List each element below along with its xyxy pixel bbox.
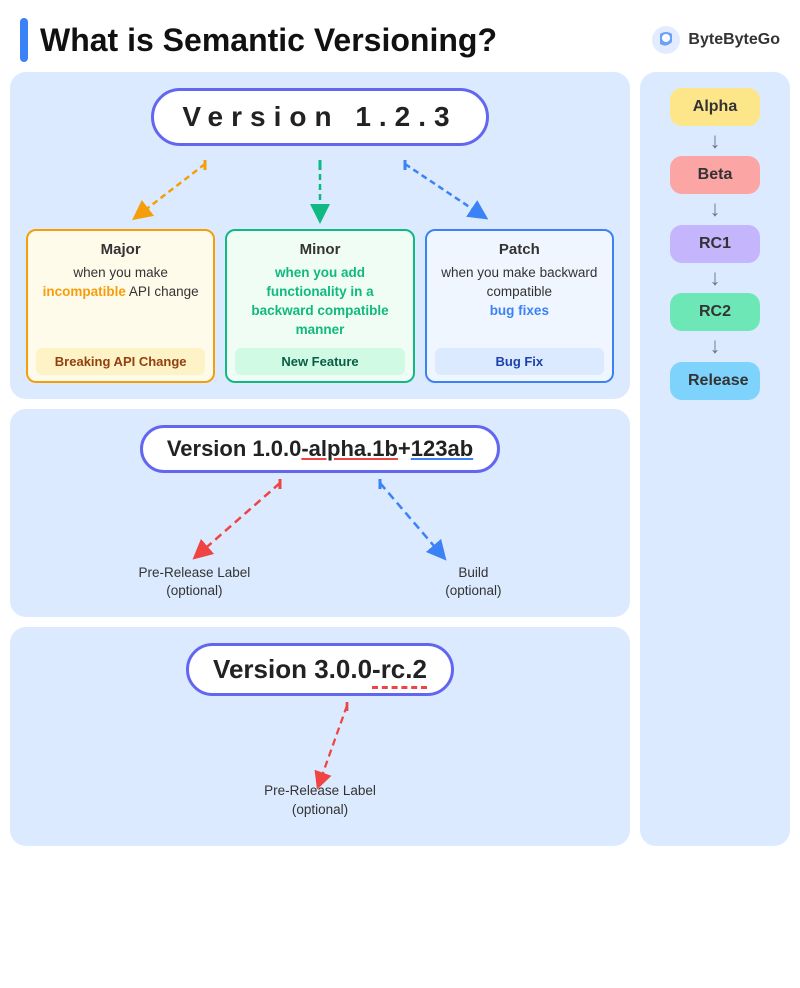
- main-content: Version 1.2.3: [0, 72, 800, 856]
- pre-release-underline: -alpha.1b: [301, 436, 398, 461]
- arrows-svg-2: [26, 479, 614, 559]
- arrows-svg-3: [120, 702, 520, 792]
- minor-body: when you add functionality in a backward…: [235, 264, 404, 340]
- version-badge-2: Version 1.0.0-alpha.1b+123ab: [140, 425, 500, 473]
- patch-body: when you make backward compatible bug fi…: [435, 264, 604, 340]
- version-badge-1: Version 1.2.3: [151, 88, 488, 146]
- section3-pre-release-label: Pre-Release Label(optional): [264, 782, 376, 830]
- patch-label: Patch: [435, 241, 604, 258]
- minor-footer: New Feature: [235, 348, 404, 375]
- minor-highlight: when you add functionality in a backward…: [251, 265, 388, 337]
- build-label: Build(optional): [445, 564, 501, 602]
- major-footer: Breaking API Change: [36, 348, 205, 375]
- major-column: Major when you make incompatible API cha…: [26, 229, 215, 383]
- logo: ByteByteGo: [650, 24, 780, 56]
- right-panel: Alpha ↓ Beta ↓ RC1 ↓ RC2 ↓ Release: [640, 72, 790, 846]
- major-body-text1: when you make: [73, 265, 168, 280]
- stage-release: Release: [670, 362, 760, 400]
- arrow-4: ↓: [710, 333, 721, 359]
- major-highlight: incompatible: [43, 284, 126, 299]
- build-underline: 123ab: [411, 436, 473, 461]
- stage-rc2: RC2: [670, 293, 760, 331]
- version-badge-wrapper-2: Version 1.0.0-alpha.1b+123ab: [26, 425, 614, 473]
- accent-bar: [20, 18, 28, 62]
- pre-release-label: Pre-Release Label(optional): [138, 564, 250, 602]
- version-badge-wrapper: Version 1.2.3: [26, 88, 614, 154]
- page-title: What is Semantic Versioning?: [20, 18, 497, 62]
- stage-alpha: Alpha: [670, 88, 760, 126]
- rc-underline: -rc.2: [372, 654, 427, 689]
- major-body-text2: API change: [129, 284, 199, 299]
- patch-footer: Bug Fix: [435, 348, 604, 375]
- version-badge-wrapper-3: Version 3.0.0-rc.2: [26, 643, 614, 696]
- arrow-3: ↓: [710, 265, 721, 291]
- patch-column: Patch when you make backward compatible …: [425, 229, 614, 383]
- patch-highlight: bug fixes: [490, 303, 549, 318]
- version-badge-3: Version 3.0.0-rc.2: [186, 643, 454, 696]
- stage-rc1: RC1: [670, 225, 760, 263]
- stage-beta: Beta: [670, 156, 760, 194]
- arrow-2: ↓: [710, 196, 721, 222]
- logo-icon: [650, 24, 682, 56]
- arrow-1: ↓: [710, 128, 721, 154]
- minor-column: Minor when you add functionality in a ba…: [225, 229, 414, 383]
- major-label: Major: [36, 241, 205, 258]
- version-text-1: Version 1.2.3: [182, 101, 457, 132]
- minor-label: Minor: [235, 241, 404, 258]
- header: What is Semantic Versioning? ByteByteGo: [0, 0, 800, 72]
- section-rc: Version 3.0.0-rc.2 Pre-Release Label(opt…: [10, 627, 630, 846]
- section-prerelease: Version 1.0.0-alpha.1b+123ab: [10, 409, 630, 618]
- left-panel: Version 1.2.3: [10, 72, 630, 846]
- section-semantic-version: Version 1.2.3: [10, 72, 630, 399]
- section3-body: Pre-Release Label(optional): [26, 702, 614, 830]
- arrows-svg-1: [26, 160, 614, 220]
- three-columns: Major when you make incompatible API cha…: [26, 229, 614, 383]
- patch-body-normal: when you make backward compatible: [441, 265, 597, 299]
- pre-release-build-cols: Pre-Release Label(optional) Build(option…: [26, 564, 614, 602]
- major-body: when you make incompatible API change: [36, 264, 205, 340]
